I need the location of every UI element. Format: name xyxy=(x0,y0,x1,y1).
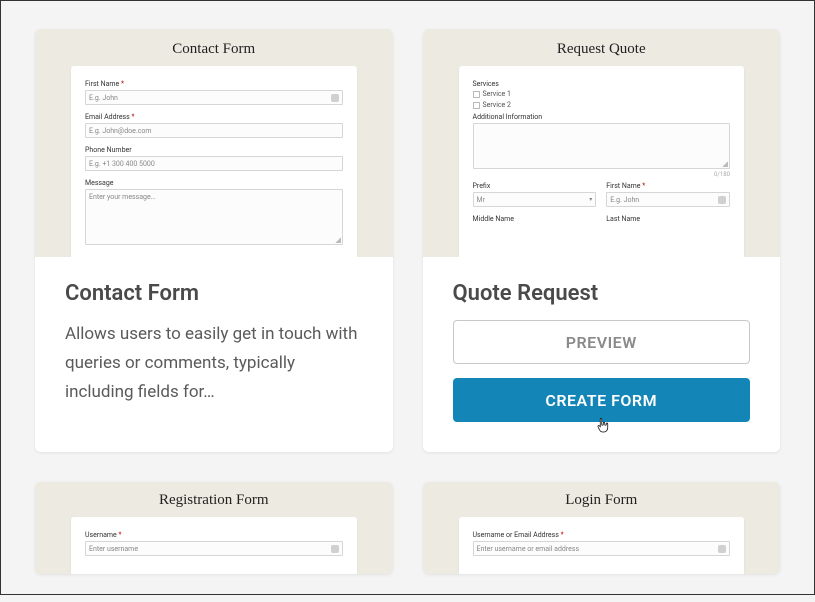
field-label: Last Name xyxy=(606,215,730,223)
thumbnail: Registration Form Username Enter usernam… xyxy=(35,482,393,574)
preview-button[interactable]: PREVIEW xyxy=(453,320,751,364)
thumbnail-form-preview: Username or Email Address Enter username… xyxy=(459,517,745,574)
card-description: Allows users to easily get in touch with… xyxy=(65,320,363,407)
field-label: First Name xyxy=(85,80,343,88)
field-input: Enter username or email address xyxy=(473,541,731,556)
template-card-quote[interactable]: Request Quote Services Service 1 Service… xyxy=(423,29,781,452)
checkbox-option: Service 1 xyxy=(473,90,731,98)
field-input: E.g. +1 300 400 5000 xyxy=(85,156,343,171)
template-card-login[interactable]: Login Form Username or Email Address Ent… xyxy=(423,482,781,574)
char-counter: 0/180 xyxy=(473,171,731,178)
field-textarea: Enter your message… xyxy=(85,189,343,245)
card-actions: PREVIEW CREATE FORM xyxy=(453,320,751,422)
thumbnail: Contact Form First Name E.g. John Email … xyxy=(35,29,393,257)
field-label: First Name xyxy=(606,182,730,190)
field-label: Username or Email Address xyxy=(473,531,731,539)
field-input: Enter username xyxy=(85,541,343,556)
field-label: Username xyxy=(85,531,343,539)
card-body: Quote Request PREVIEW CREATE FORM xyxy=(423,257,781,452)
card-title: Quote Request xyxy=(453,281,751,306)
button-label: CREATE FORM xyxy=(545,391,657,410)
card-title: Contact Form xyxy=(65,281,363,306)
button-label: PREVIEW xyxy=(566,333,637,352)
checkbox-option: Service 2 xyxy=(473,101,731,109)
card-body: Contact Form Allows users to easily get … xyxy=(35,257,393,437)
field-input: E.g. John xyxy=(606,192,730,207)
template-card-contact[interactable]: Contact Form First Name E.g. John Email … xyxy=(35,29,393,452)
create-form-button[interactable]: CREATE FORM xyxy=(453,378,751,422)
cursor-pointer-icon xyxy=(595,416,613,436)
thumbnail-form-preview: Services Service 1 Service 2 Additional … xyxy=(459,66,745,257)
field-input: E.g. John@doe.com xyxy=(85,123,343,138)
thumbnail-form-preview: First Name E.g. John Email Address E.g. … xyxy=(71,66,357,257)
template-card-registration[interactable]: Registration Form Username Enter usernam… xyxy=(35,482,393,574)
thumbnail: Login Form Username or Email Address Ent… xyxy=(423,482,781,574)
field-label: Services xyxy=(473,80,731,88)
field-label: Prefix xyxy=(473,182,597,190)
field-label: Phone Number xyxy=(85,146,343,154)
field-textarea xyxy=(473,123,731,169)
field-label: Email Address xyxy=(85,113,343,121)
field-label: Message xyxy=(85,179,343,187)
thumbnail-form-preview: Username Enter username xyxy=(71,517,357,574)
template-grid: Contact Form First Name E.g. John Email … xyxy=(1,1,814,602)
thumbnail-title: Login Form xyxy=(459,492,745,509)
field-label: Additional Information xyxy=(473,113,731,121)
thumbnail: Request Quote Services Service 1 Service… xyxy=(423,29,781,257)
field-input: E.g. John xyxy=(85,90,343,105)
thumbnail-title: Request Quote xyxy=(459,41,745,58)
thumbnail-title: Contact Form xyxy=(71,41,357,58)
field-label: Middle Name xyxy=(473,215,597,223)
thumbnail-title: Registration Form xyxy=(71,492,357,509)
field-select: Mr▾ xyxy=(473,192,597,207)
